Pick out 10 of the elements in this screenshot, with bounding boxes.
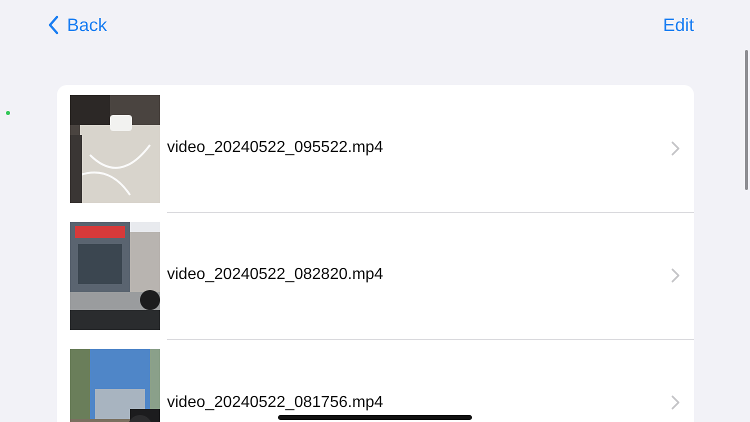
edit-button[interactable]: Edit: [662, 14, 694, 36]
back-button[interactable]: Back: [48, 14, 108, 36]
indicator-dot: [6, 111, 10, 115]
chevron-right-icon: [671, 395, 680, 410]
video-file-name[interactable]: video_20240522_082820.mp4: [167, 266, 671, 284]
video-file-name[interactable]: video_20240522_081756.mp4: [167, 394, 671, 412]
video-file-name[interactable]: video_20240522_095522.mp4: [167, 139, 671, 157]
chevron-right-icon: [671, 140, 680, 156]
chevron-left-icon: [48, 15, 59, 35]
chevron-right-icon: [671, 268, 680, 282]
